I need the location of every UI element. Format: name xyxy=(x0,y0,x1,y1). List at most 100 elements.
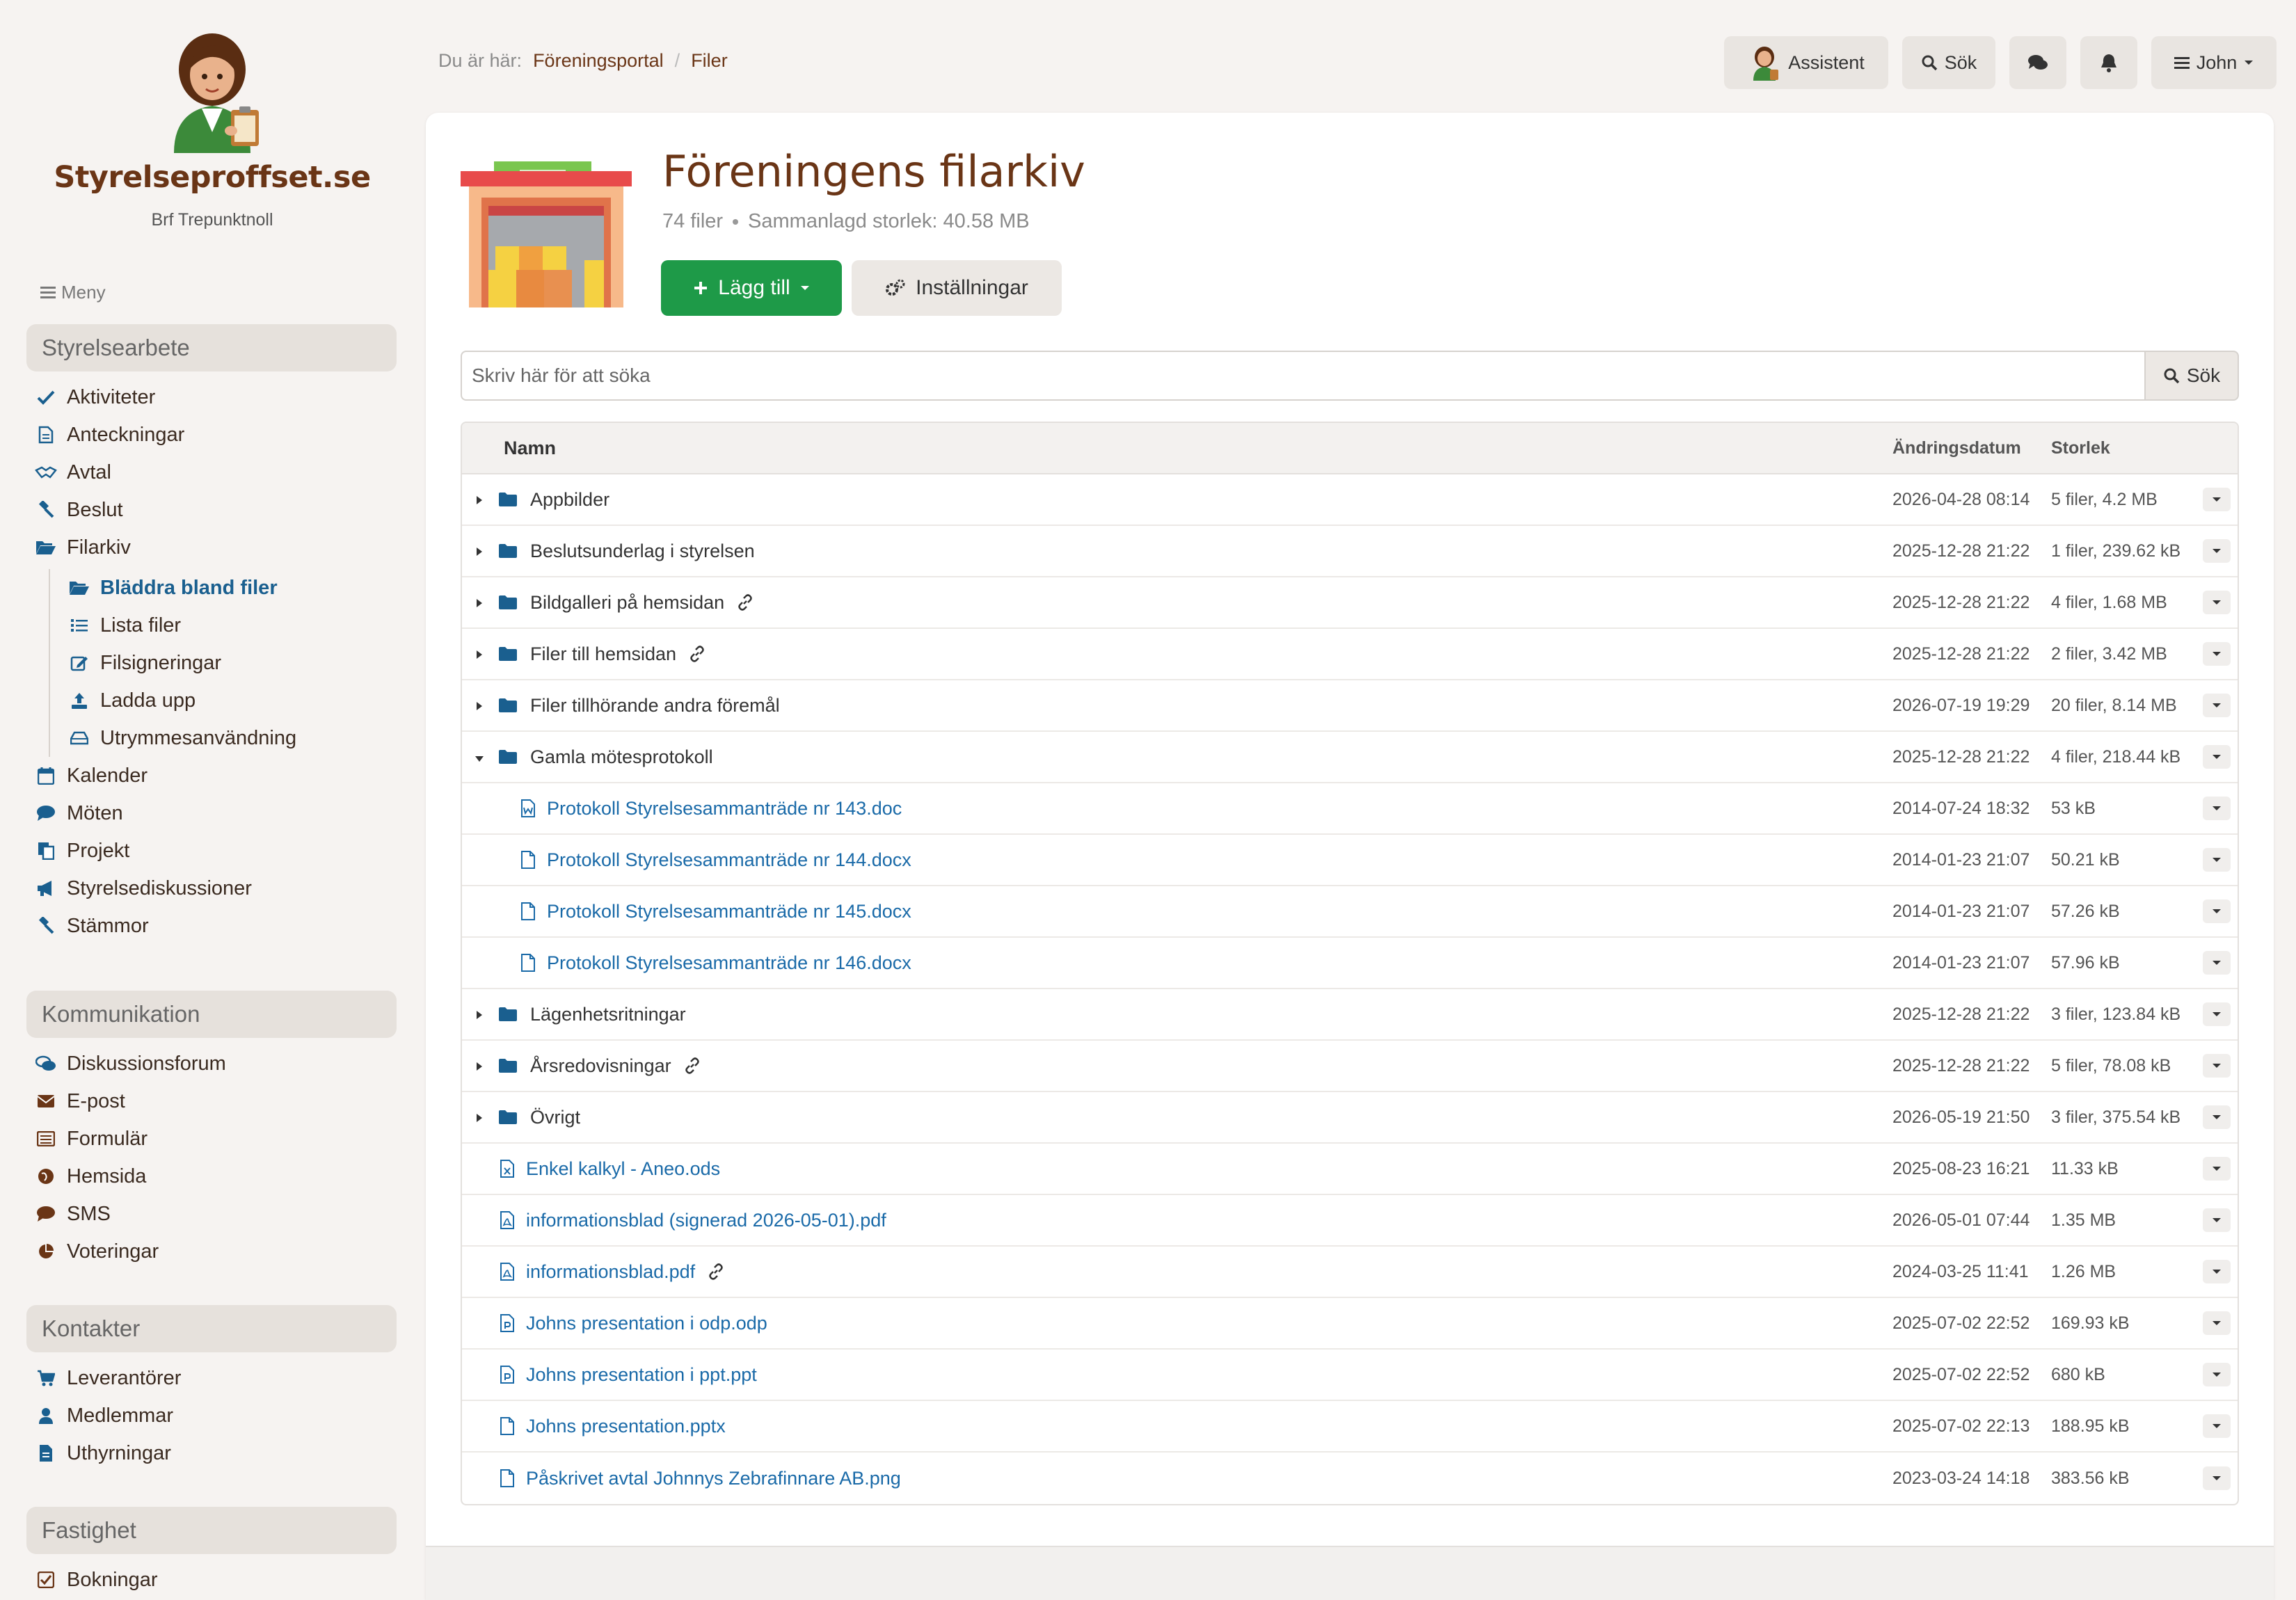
sidebar-item-hemsida[interactable]: Hemsida xyxy=(35,1158,226,1195)
caret-right-icon[interactable] xyxy=(472,592,487,614)
folder-name[interactable]: Bildgalleri på hemsidan xyxy=(530,592,724,614)
folder-name[interactable]: Lägenhetsritningar xyxy=(530,1004,686,1025)
settings-button[interactable]: Inställningar xyxy=(852,260,1062,316)
file-name-link[interactable]: informationsblad.pdf xyxy=(526,1261,695,1283)
folder-name[interactable]: Övrigt xyxy=(530,1107,580,1128)
file-name-link[interactable]: informationsblad (signerad 2026-05-01).p… xyxy=(526,1210,886,1231)
table-row-folder[interactable]: Appbilder 2026-04-28 08:14 5 filer, 4.2 MB xyxy=(462,474,2238,526)
sidebar-item-epost[interactable]: E-post xyxy=(35,1082,226,1120)
table-row-folder[interactable]: Beslutsunderlag i styrelsen 2025-12-28 21… xyxy=(462,526,2238,577)
sidebar-item-styrelsediskussioner[interactable]: Styrelsediskussioner xyxy=(35,870,296,907)
sidebar-item-filarkiv[interactable]: Filarkiv xyxy=(35,529,296,566)
row-actions-dropdown[interactable] xyxy=(2203,848,2231,872)
search-toggle-button[interactable]: Sök xyxy=(1902,36,1995,89)
sidebar-item-sms[interactable]: SMS xyxy=(35,1195,226,1233)
file-name-link[interactable]: Johns presentation.pptx xyxy=(526,1416,726,1437)
section-fastighet[interactable]: Fastighet xyxy=(26,1507,397,1554)
sidebar-item-leverantorer[interactable]: Leverantörer xyxy=(35,1359,181,1397)
sidebar-item-browse-files[interactable]: Bläddra bland filer xyxy=(68,569,296,607)
table-row-file[interactable]: informationsblad.pdf 2024-03-25 11:41 1.26… xyxy=(462,1247,2238,1298)
breadcrumb-current[interactable]: Filer xyxy=(691,50,728,72)
assistant-button[interactable]: Assistent xyxy=(1724,36,1888,89)
caret-right-icon[interactable] xyxy=(472,1004,487,1025)
row-actions-dropdown[interactable] xyxy=(2203,1054,2231,1078)
sidebar-item-medlemmar[interactable]: Medlemmar xyxy=(35,1397,181,1434)
row-actions-dropdown[interactable] xyxy=(2203,694,2231,717)
table-row-folder[interactable]: Filer tillhörande andra föremål 2026-07-1… xyxy=(462,680,2238,732)
folder-name[interactable]: Årsredovisningar xyxy=(530,1055,671,1077)
user-menu-button[interactable]: John xyxy=(2151,36,2277,89)
table-row-folder[interactable]: Årsredovisningar 2025-12-28 21:22 5 filer,… xyxy=(462,1041,2238,1092)
menu-toggle[interactable]: Meny xyxy=(40,282,106,303)
table-row-file[interactable]: Johns presentation.pptx 2025-07-02 22:13 1… xyxy=(462,1401,2238,1453)
table-row-file[interactable]: Protokoll Styrelsesammanträde nr 146.doc… xyxy=(462,938,2238,989)
table-row-folder[interactable]: Filer till hemsidan 2025-12-28 21:22 2 fil… xyxy=(462,629,2238,680)
file-name-link[interactable]: Protokoll Styrelsesammanträde nr 146.doc… xyxy=(547,952,911,974)
sidebar-item-kalender[interactable]: Kalender xyxy=(35,757,296,794)
sidebar-item-space-usage[interactable]: Utrymmesanvändning xyxy=(68,719,296,757)
table-row-folder[interactable]: Lägenhetsritningar 2025-12-28 21:22 3 file… xyxy=(462,989,2238,1041)
folder-name[interactable]: Appbilder xyxy=(530,489,609,511)
chat-button[interactable] xyxy=(2009,36,2066,89)
row-actions-dropdown[interactable] xyxy=(2203,539,2231,563)
folder-name[interactable]: Gamla mötesprotokoll xyxy=(530,746,713,768)
row-actions-dropdown[interactable] xyxy=(2203,1363,2231,1386)
mascot-logo[interactable] xyxy=(153,28,271,153)
table-row-folder[interactable]: Bildgalleri på hemsidan 2025-12-28 21:22 4… xyxy=(462,577,2238,629)
table-row-file[interactable]: Protokoll Styrelsesammanträde nr 145.doc… xyxy=(462,886,2238,938)
file-name-link[interactable]: Johns presentation i ppt.ppt xyxy=(526,1364,757,1386)
section-styrelsearbete[interactable]: Styrelsearbete xyxy=(26,324,397,371)
table-row-file[interactable]: Påskrivet avtal Johnnys Zebrafinnare AB.… xyxy=(462,1453,2238,1504)
file-name-link[interactable]: Enkel kalkyl - Aneo.ods xyxy=(526,1158,720,1180)
caret-right-icon[interactable] xyxy=(472,643,487,665)
table-row-file[interactable]: Johns presentation i ppt.ppt 2025-07-02 2… xyxy=(462,1350,2238,1401)
row-actions-dropdown[interactable] xyxy=(2203,1311,2231,1335)
row-actions-dropdown[interactable] xyxy=(2203,1002,2231,1026)
file-name-link[interactable]: Protokoll Styrelsesammanträde nr 143.doc xyxy=(547,798,902,819)
breadcrumb-link-foreningsportal[interactable]: Föreningsportal xyxy=(533,50,664,72)
row-actions-dropdown[interactable] xyxy=(2203,1208,2231,1232)
column-header-name[interactable]: Namn xyxy=(462,438,1892,459)
sidebar-item-list-files[interactable]: Lista filer xyxy=(68,607,296,644)
sidebar-item-uthyrningar[interactable]: Uthyrningar xyxy=(35,1434,181,1472)
row-actions-dropdown[interactable] xyxy=(2203,591,2231,614)
sidebar-item-moten[interactable]: Möten xyxy=(35,794,296,832)
table-row-file[interactable]: Enkel kalkyl - Aneo.ods 2025-08-23 16:21 1… xyxy=(462,1144,2238,1195)
sidebar-item-formular[interactable]: Formulär xyxy=(35,1120,226,1158)
sidebar-item-stammor[interactable]: Stämmor xyxy=(35,907,296,945)
sidebar-item-file-signatures[interactable]: Filsigneringar xyxy=(68,644,296,682)
table-row-folder[interactable]: Gamla mötesprotokoll 2025-12-28 21:22 4 fi… xyxy=(462,732,2238,783)
sidebar-item-anteckningar[interactable]: Anteckningar xyxy=(35,416,296,454)
file-search-button[interactable]: Sök xyxy=(2144,351,2239,401)
row-actions-dropdown[interactable] xyxy=(2203,1260,2231,1283)
file-name-link[interactable]: Protokoll Styrelsesammanträde nr 144.doc… xyxy=(547,849,911,871)
caret-right-icon[interactable] xyxy=(472,695,487,717)
sidebar-item-voteringar[interactable]: Voteringar xyxy=(35,1233,226,1270)
table-row-file[interactable]: Protokoll Styrelsesammanträde nr 144.doc… xyxy=(462,835,2238,886)
sidebar-item-aktiviteter[interactable]: Aktiviteter xyxy=(35,378,296,416)
table-row-folder[interactable]: Övrigt 2026-05-19 21:50 3 filer, 375.54 kB xyxy=(462,1092,2238,1144)
caret-down-icon[interactable] xyxy=(472,746,487,768)
section-kommunikation[interactable]: Kommunikation xyxy=(26,991,397,1038)
sidebar-item-beslut[interactable]: Beslut xyxy=(35,491,296,529)
folder-name[interactable]: Filer tillhörande andra föremål xyxy=(530,695,780,717)
row-actions-dropdown[interactable] xyxy=(2203,745,2231,769)
row-actions-dropdown[interactable] xyxy=(2203,797,2231,820)
table-row-file[interactable]: informationsblad (signerad 2026-05-01).p… xyxy=(462,1195,2238,1247)
caret-right-icon[interactable] xyxy=(472,1107,487,1128)
add-button[interactable]: Lägg till xyxy=(661,260,842,316)
row-actions-dropdown[interactable] xyxy=(2203,899,2231,923)
file-name-link[interactable]: Protokoll Styrelsesammanträde nr 145.doc… xyxy=(547,901,911,922)
file-name-link[interactable]: Johns presentation i odp.odp xyxy=(526,1313,767,1334)
sidebar-item-avtal[interactable]: Avtal xyxy=(35,454,296,491)
caret-right-icon[interactable] xyxy=(472,489,487,511)
file-name-link[interactable]: Påskrivet avtal Johnnys Zebrafinnare AB.… xyxy=(526,1468,901,1489)
brand-name[interactable]: Styrelseproffset.se xyxy=(0,160,424,195)
row-actions-dropdown[interactable] xyxy=(2203,1414,2231,1438)
folder-name[interactable]: Beslutsunderlag i styrelsen xyxy=(530,541,755,562)
row-actions-dropdown[interactable] xyxy=(2203,642,2231,666)
sidebar-item-projekt[interactable]: Projekt xyxy=(35,832,296,870)
column-header-size[interactable]: Storlek xyxy=(2051,438,2196,458)
section-kontakter[interactable]: Kontakter xyxy=(26,1305,397,1352)
sidebar-item-diskussionsforum[interactable]: Diskussionsforum xyxy=(35,1045,226,1082)
